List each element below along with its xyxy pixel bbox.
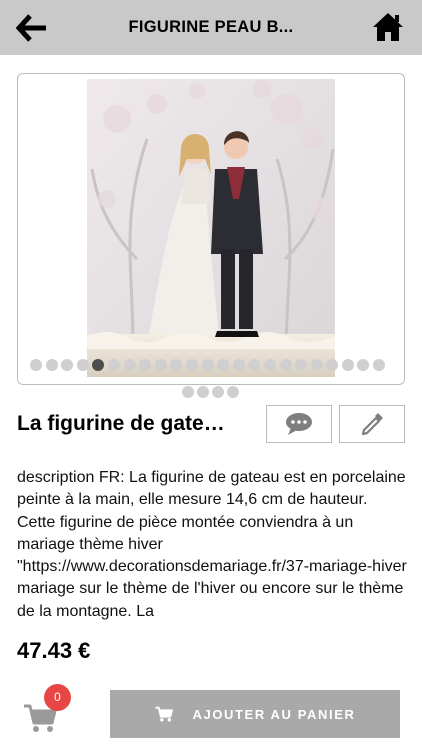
thumbnail-dot[interactable] xyxy=(197,386,209,398)
edit-button[interactable] xyxy=(339,405,405,443)
product-description: description FR: La figurine de gateau es… xyxy=(17,469,407,620)
carousel-dot[interactable] xyxy=(45,359,58,371)
carousel-dot[interactable] xyxy=(201,359,214,371)
pencil-icon xyxy=(361,413,383,436)
carousel-dot[interactable] xyxy=(326,359,339,371)
product-title: La figurine de gate… xyxy=(17,412,225,435)
carousel-dot[interactable] xyxy=(170,359,183,371)
carousel-dot[interactable] xyxy=(154,359,167,371)
add-to-cart-button[interactable]: AJOUTER AU PANIER xyxy=(110,690,400,738)
comment-button[interactable] xyxy=(266,405,332,443)
carousel-dot[interactable] xyxy=(185,359,198,371)
add-to-cart-label: AJOUTER AU PANIER xyxy=(192,706,356,722)
page-title: FIGURINE PEAU B... xyxy=(128,18,294,36)
thumbnail-dot[interactable] xyxy=(227,386,239,398)
cart-count-badge: 0 xyxy=(44,684,71,711)
home-icon[interactable] xyxy=(371,10,405,44)
carousel-dot[interactable] xyxy=(139,359,152,371)
carousel-dot[interactable] xyxy=(295,359,308,371)
carousel-dot[interactable] xyxy=(107,359,120,371)
comment-icon xyxy=(286,413,312,435)
product-photo xyxy=(87,79,335,377)
carousel-dot[interactable] xyxy=(248,359,261,371)
arrow-left-icon[interactable] xyxy=(16,12,48,44)
carousel-dot[interactable] xyxy=(123,359,136,371)
cart-icon xyxy=(155,706,173,722)
carousel-dot[interactable] xyxy=(92,359,105,371)
thumbnail-dots xyxy=(182,386,239,398)
carousel-dot[interactable] xyxy=(217,359,230,371)
product-image-carousel[interactable] xyxy=(17,73,405,385)
carousel-dot[interactable] xyxy=(341,359,354,371)
carousel-dot[interactable] xyxy=(76,359,89,371)
thumbnail-dot[interactable] xyxy=(182,386,194,398)
thumbnail-dot[interactable] xyxy=(212,386,224,398)
carousel-dot[interactable] xyxy=(61,359,74,371)
carousel-dot[interactable] xyxy=(279,359,292,371)
carousel-dot[interactable] xyxy=(232,359,245,371)
top-bar: FIGURINE PEAU B... xyxy=(0,0,422,55)
carousel-dots xyxy=(30,359,395,373)
carousel-dot[interactable] xyxy=(263,359,276,371)
carousel-dot[interactable] xyxy=(357,359,370,371)
product-price: 47.43 € xyxy=(17,638,91,663)
carousel-dot[interactable] xyxy=(310,359,323,371)
carousel-dot[interactable] xyxy=(30,359,42,371)
carousel-dot[interactable] xyxy=(373,359,386,371)
